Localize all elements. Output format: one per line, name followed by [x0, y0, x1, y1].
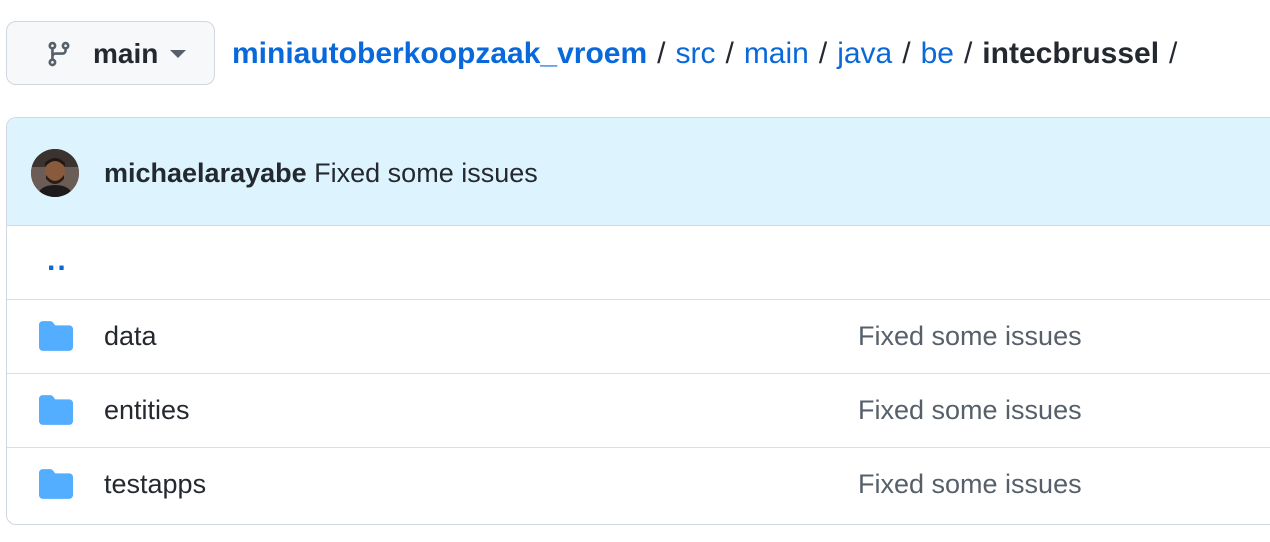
folder-icon [39, 469, 73, 499]
avatar-image [31, 149, 79, 197]
file-name-link[interactable]: testapps [104, 467, 206, 501]
parent-directory-link[interactable]: .. [47, 244, 68, 278]
breadcrumb: miniautoberkoopzaak_vroem / src / main /… [232, 34, 1187, 74]
breadcrumb-current: intecbrussel [982, 37, 1160, 70]
file-browser: michaelarayabe Fixed some issues .. data… [6, 117, 1270, 525]
chevron-down-icon [170, 50, 186, 58]
file-name-link[interactable]: entities [104, 393, 190, 427]
breadcrumb-link-be[interactable]: be [921, 34, 954, 74]
breadcrumb-separator: / [1169, 37, 1178, 70]
file-commit-message[interactable]: Fixed some issues [858, 467, 1082, 501]
file-commit-message[interactable]: Fixed some issues [858, 393, 1082, 427]
repo-topbar: main miniautoberkoopzaak_vroem / src / m… [0, 0, 1270, 108]
breadcrumb-link-java[interactable]: java [837, 34, 892, 74]
table-row[interactable]: entities Fixed some issues [7, 374, 1270, 448]
breadcrumb-separator: / [725, 37, 734, 70]
git-branch-icon [48, 41, 70, 67]
branch-label: main [93, 38, 159, 69]
file-commit-message[interactable]: Fixed some issues [858, 319, 1082, 353]
commit-summary: michaelarayabe Fixed some issues [104, 156, 538, 190]
breadcrumb-separator: / [818, 37, 828, 70]
breadcrumb-separator: / [902, 37, 911, 70]
commit-message-link[interactable]: Fixed some issues [314, 158, 538, 188]
breadcrumb-repo-link[interactable]: miniautoberkoopzaak_vroem [232, 34, 647, 74]
breadcrumb-link-main[interactable]: main [744, 34, 809, 74]
parent-directory-row[interactable]: .. [7, 226, 1270, 300]
avatar[interactable] [31, 149, 79, 197]
table-row[interactable]: testapps Fixed some issues [7, 448, 1270, 522]
breadcrumb-separator: / [657, 37, 666, 70]
branch-select-button[interactable]: main [6, 21, 215, 85]
table-row[interactable]: data Fixed some issues [7, 300, 1270, 374]
breadcrumb-separator: / [963, 37, 973, 70]
folder-icon [39, 321, 73, 351]
commit-author-link[interactable]: michaelarayabe [104, 158, 307, 188]
latest-commit-header: michaelarayabe Fixed some issues [7, 118, 1270, 226]
file-name-link[interactable]: data [104, 319, 157, 353]
breadcrumb-link-src[interactable]: src [675, 34, 715, 74]
folder-icon [39, 395, 73, 425]
